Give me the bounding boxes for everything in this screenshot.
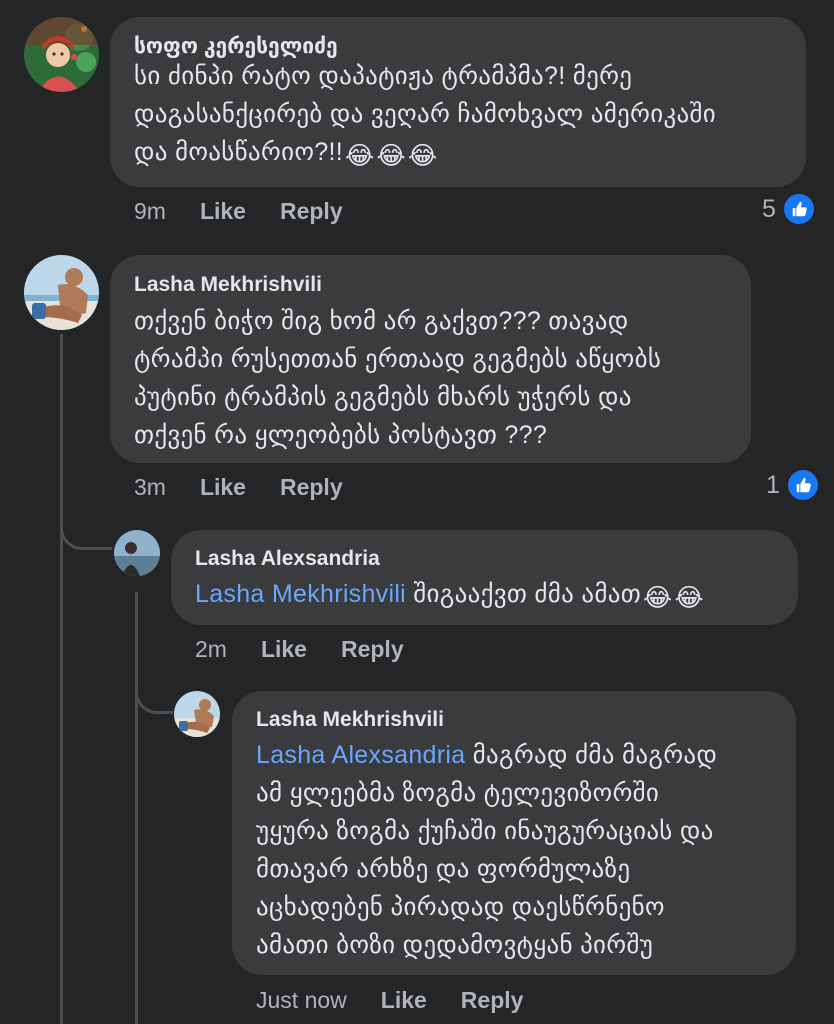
comment-author[interactable]: Lasha Alexsandria (195, 547, 380, 571)
avatar[interactable] (24, 17, 99, 92)
comment-author[interactable]: სოფო კერესელიძე (134, 34, 338, 59)
avatar-image (114, 530, 160, 576)
thread-connector (60, 500, 112, 550)
comment-text: სი ძინპი რატო დაპატიჟა ტრამპმა?! მერე და… (134, 57, 716, 175)
avatar[interactable] (114, 530, 160, 576)
thread-connector (135, 660, 173, 714)
comment-actions: Just now Like Reply (256, 987, 557, 1014)
avatar-image (174, 691, 220, 737)
laughing-emoji: 😂 (408, 142, 438, 170)
avatar-image (24, 255, 99, 330)
avatar[interactable] (24, 255, 99, 330)
comment-text-line: ამათი ბოზი დედამოვტყან პირშუ (256, 931, 654, 959)
comment-text-line: მთავარ არხზე და ფორმულაზე (256, 855, 631, 883)
comment-text-line: უყურა ზოგმა ქუჩაში ინაუგურაციას და (256, 817, 714, 845)
mention-link[interactable]: Lasha Mekhrishvili (195, 580, 406, 608)
laughing-emoji: 😂 (376, 142, 407, 170)
mention-link[interactable]: Lasha Alexsandria (256, 741, 465, 769)
reaction-summary[interactable]: 1 (766, 470, 818, 500)
reaction-count: 1 (766, 470, 780, 499)
avatar[interactable] (174, 691, 220, 737)
comment-text: Lasha Alexsandria მაგრად ძმა მაგრად ამ ყ… (256, 736, 717, 964)
like-button[interactable]: Like (200, 474, 246, 500)
comment-text-part: და მოასწარიო?!! (134, 138, 343, 166)
thread-line (60, 334, 63, 1024)
comment-text: Lasha Mekhrishvili შიგააქვთ ძმა ამათ😂😂 (195, 575, 704, 617)
laughing-emoji: 😂 (674, 584, 705, 612)
comment-text-line: Lasha Alexsandria მაგრად ძმა მაგრად (256, 736, 717, 774)
reply-button[interactable]: Reply (341, 636, 404, 662)
comment-actions: 3m Like Reply (134, 474, 377, 501)
comment-text-line: Lasha Mekhrishvili შიგააქვთ ძმა ამათ😂😂 (195, 575, 704, 617)
comment-text-line: სი ძინპი რატო დაპატიჟა ტრამპმა?! მერე (134, 62, 633, 90)
laughing-emoji: 😂 (344, 142, 375, 170)
comment-text-part: მაგრად ძმა მაგრად (472, 741, 718, 769)
comment-timestamp[interactable]: 2m (195, 636, 227, 662)
like-button[interactable]: Like (200, 198, 246, 224)
like-reaction-icon (783, 194, 814, 224)
comment-actions: 2m Like Reply (195, 636, 438, 663)
comment-text: თქვენ ბიჭო შიგ ხომ არ გაქვთ??? თავად ტრა… (134, 302, 661, 454)
thread-line (135, 592, 138, 1024)
reply-button[interactable]: Reply (461, 987, 524, 1013)
comment-author[interactable]: Lasha Mekhrishvili (256, 708, 444, 732)
comment-text-line: და მოასწარიო?!!😂😂😂 (134, 133, 716, 175)
like-button[interactable]: Like (261, 636, 307, 662)
comment-text-line: თქვენ ბიჭო შიგ ხომ არ გაქვთ??? თავად (134, 307, 629, 335)
comment-text-line: ამ ყლეებმა ზოგმა ტელევიზორში (256, 779, 660, 807)
comment-text-line: პუტინი ტრამპის გეგმებს მხარს უჭერს და (134, 383, 632, 411)
comment-timestamp[interactable]: 9m (134, 198, 166, 224)
comment-timestamp[interactable]: Just now (256, 987, 347, 1013)
avatar-image (24, 17, 99, 92)
like-button[interactable]: Like (381, 987, 427, 1013)
reaction-count: 5 (762, 194, 776, 223)
comment-author[interactable]: Lasha Mekhrishvili (134, 273, 322, 297)
comment-text-line: დაგასანქცირებ და ვეღარ ჩამოხვალ ამერიკაშ… (134, 100, 717, 128)
laughing-emoji: 😂 (643, 584, 673, 612)
comments-thread: სოფო კერესელიძე სი ძინპი რატო დაპატიჟა ტ… (0, 0, 834, 1024)
comment-text-part: შიგააქვთ ძმა ამათ (413, 580, 642, 608)
reply-button[interactable]: Reply (280, 198, 343, 224)
reply-button[interactable]: Reply (280, 474, 343, 500)
comment-timestamp[interactable]: 3m (134, 474, 166, 500)
comment-text-line: აცხადებენ პირადად დაესწრნენო (256, 893, 665, 921)
reaction-summary[interactable]: 5 (762, 194, 814, 224)
comment-actions: 9m Like Reply (134, 198, 377, 225)
comment-text-line: ტრამპი რუსეთთან ერთაად გეგმებს აწყობს (134, 345, 662, 373)
comment-text-line: თქვენ რა ყლეობებს პოსტავთ ??? (134, 421, 548, 449)
like-reaction-icon (787, 470, 818, 500)
